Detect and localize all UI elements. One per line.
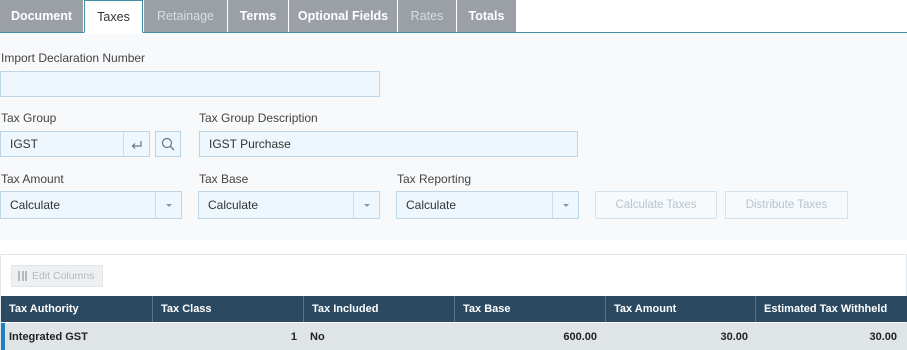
cell-estimated-tax-withheld[interactable]: 30.00: [756, 323, 897, 350]
tax-reporting-value: Calculate: [406, 198, 457, 212]
tab-terms[interactable]: Terms: [228, 0, 288, 32]
column-header-tax-base[interactable]: Tax Base: [455, 296, 606, 322]
tax-reporting-label: Tax Reporting: [397, 172, 472, 186]
column-header-estimated-tax-withheld[interactable]: Estimated Tax Withheld: [756, 296, 907, 322]
enter-icon[interactable]: [123, 132, 149, 156]
cell-tax-amount[interactable]: 30.00: [606, 323, 748, 350]
edit-columns-button[interactable]: Edit Columns: [11, 265, 103, 287]
tab-bar: Document Taxes Retainage Terms Optional …: [0, 0, 907, 33]
chevron-down-icon[interactable]: [155, 192, 181, 218]
tax-group-description-field[interactable]: IGST Purchase: [199, 131, 578, 157]
cell-tax-class[interactable]: 1: [153, 323, 297, 350]
grid-header: Tax Authority Tax Class Tax Included Tax…: [1, 296, 907, 322]
import-declaration-field[interactable]: [0, 71, 380, 97]
tax-amount-label: Tax Amount: [1, 172, 64, 186]
tax-reporting-dropdown[interactable]: Calculate: [396, 191, 579, 219]
tax-amount-dropdown[interactable]: Calculate: [0, 191, 182, 219]
import-declaration-label: Import Declaration Number: [1, 51, 146, 65]
tab-document[interactable]: Document: [0, 0, 83, 32]
cell-tax-base[interactable]: 600.00: [455, 323, 597, 350]
search-icon: [156, 137, 180, 159]
tax-group-value: IGST: [10, 137, 39, 151]
columns-icon: [18, 271, 27, 281]
edit-columns-label: Edit Columns: [32, 270, 95, 282]
tab-taxes[interactable]: Taxes: [84, 0, 143, 33]
column-header-tax-amount[interactable]: Tax Amount: [606, 296, 756, 322]
tab-rates: Rates: [398, 0, 456, 32]
table-row[interactable]: Integrated GST 1 No 600.00 30.00 30.00: [1, 323, 907, 350]
tax-base-label: Tax Base: [199, 172, 249, 186]
tax-group-search-button[interactable]: [155, 131, 181, 157]
tax-amount-value: Calculate: [10, 198, 61, 212]
tax-base-dropdown[interactable]: Calculate: [198, 191, 380, 219]
column-header-tax-authority[interactable]: Tax Authority: [1, 296, 153, 322]
cell-tax-included[interactable]: No: [310, 323, 450, 350]
cell-tax-authority[interactable]: Integrated GST: [9, 323, 153, 350]
column-header-tax-included[interactable]: Tax Included: [304, 296, 455, 322]
tab-optional-fields[interactable]: Optional Fields: [289, 0, 397, 32]
calculate-taxes-button[interactable]: Calculate Taxes: [595, 191, 717, 219]
chevron-down-icon[interactable]: [552, 192, 578, 218]
tax-group-description-label: Tax Group Description: [199, 111, 318, 125]
tab-totals[interactable]: Totals: [457, 0, 516, 32]
column-header-tax-class[interactable]: Tax Class: [153, 296, 304, 322]
chevron-down-icon[interactable]: [353, 192, 379, 218]
tax-group-label: Tax Group: [1, 111, 57, 125]
taxes-form: Import Declaration Number Tax Group IGST…: [0, 34, 907, 240]
tab-retainage: Retainage: [144, 0, 227, 32]
distribute-taxes-button[interactable]: Distribute Taxes: [725, 191, 848, 219]
tax-group-field[interactable]: IGST: [0, 131, 150, 157]
tax-base-value: Calculate: [208, 198, 259, 212]
tax-grid: Edit Columns Tax Authority Tax Class Tax…: [0, 254, 907, 350]
